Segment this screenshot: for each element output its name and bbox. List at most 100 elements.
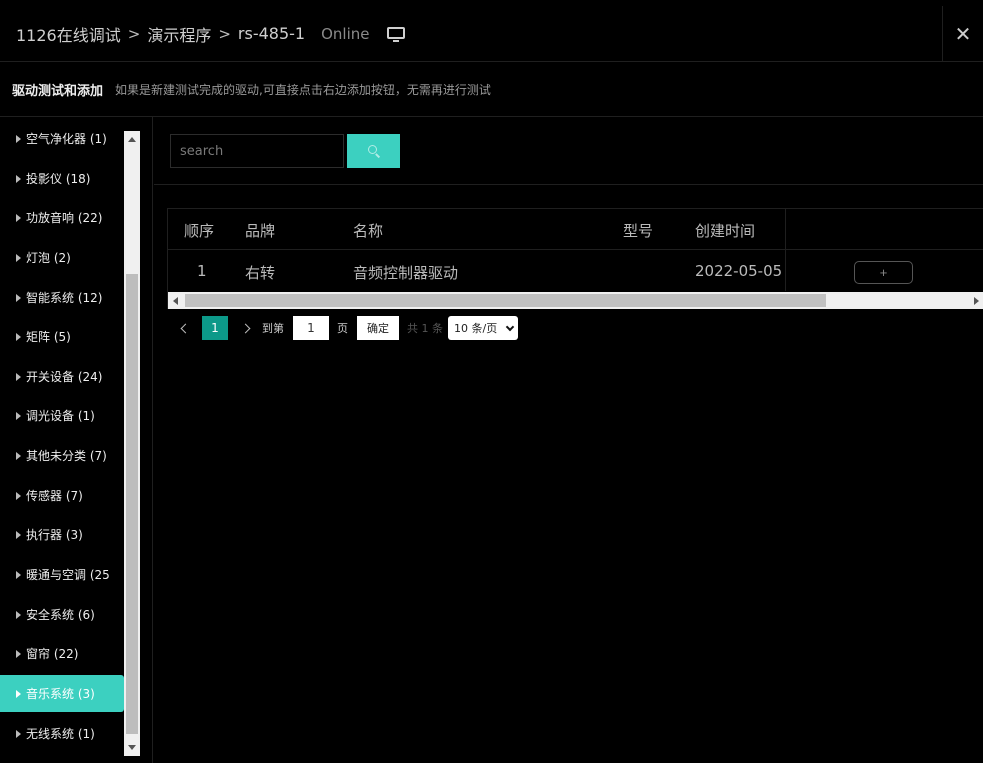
column-header-model: 型号 <box>623 222 654 240</box>
sidebar-item-matrix[interactable]: 矩阵 (5) <box>0 318 124 355</box>
sidebar-item-label: 矩阵 (5) <box>26 330 71 344</box>
total-count: 共 1 条 <box>407 322 443 335</box>
column-divider <box>785 209 786 291</box>
cell-brand: 右转 <box>245 264 276 282</box>
add-driver-button[interactable]: + <box>854 261 913 284</box>
scroll-up-icon[interactable] <box>128 137 136 142</box>
close-button[interactable]: ✕ <box>942 6 983 62</box>
sidebar-item-security[interactable]: 安全系统 (6) <box>0 596 124 633</box>
breadcrumb: 1126在线调试 > 演示程序 > rs-485-1 Online <box>0 22 406 46</box>
scrollbar-thumb[interactable] <box>126 274 138 734</box>
breadcrumb-item-port[interactable]: rs-485-1 <box>238 24 305 43</box>
connection-status: Online <box>321 24 370 43</box>
confirm-goto-button[interactable]: 确定 <box>357 316 399 340</box>
sidebar-item-hvac[interactable]: 暖通与空调 (25 <box>0 556 124 593</box>
sidebar-item-switch[interactable]: 开关设备 (24) <box>0 358 124 395</box>
caret-right-icon <box>16 411 21 420</box>
caret-right-icon <box>16 570 21 579</box>
sidebar-item-air-purifier[interactable]: 空气净化器 (1) <box>0 120 124 157</box>
sidebar-item-projector[interactable]: 投影仪 (18) <box>0 160 124 197</box>
chevron-left-icon <box>180 323 190 333</box>
driver-table: 顺序 品牌 名称 型号 创建时间 1 右转 音频控制器驱动 2022-05-05… <box>167 208 983 309</box>
breadcrumb-item-debug[interactable]: 1126在线调试 <box>16 22 121 46</box>
sidebar-item-wireless[interactable]: 无线系统 (1) <box>0 715 124 752</box>
caret-right-icon <box>16 134 21 143</box>
caret-right-icon <box>16 689 21 698</box>
chevron-right-icon: > <box>127 24 141 43</box>
caret-right-icon <box>16 610 21 619</box>
cell-created: 2022-05-05 <box>695 262 783 280</box>
caret-right-icon <box>16 174 21 183</box>
sidebar-item-label: 执行器 (3) <box>26 528 83 542</box>
chevron-right-icon <box>240 323 250 333</box>
page-size-value: 10 条/页 <box>454 322 498 335</box>
caret-right-icon <box>16 530 21 539</box>
sidebar-item-sensor[interactable]: 传感器 (7) <box>0 477 124 514</box>
column-header-name: 名称 <box>353 222 384 240</box>
sidebar-item-label: 窗帘 (22) <box>26 647 79 661</box>
cell-order: 1 <box>197 262 207 280</box>
chevron-right-icon: > <box>218 24 231 43</box>
page-number-1[interactable]: 1 <box>202 316 228 340</box>
scrollbar-thumb[interactable] <box>185 294 826 307</box>
sidebar-item-actuator[interactable]: 执行器 (3) <box>0 516 124 553</box>
pagination: 1 到第 页 确定 共 1 条 10 条/页 <box>167 316 567 340</box>
sidebar-item-bulb[interactable]: 灯泡 (2) <box>0 239 124 276</box>
goto-page-input[interactable] <box>293 316 329 340</box>
sidebar-item-music[interactable]: 音乐系统 (3) <box>0 675 124 712</box>
search-input[interactable] <box>170 134 344 168</box>
caret-right-icon <box>16 293 21 302</box>
sidebar-item-label: 暖通与空调 (25 <box>26 568 110 582</box>
caret-right-icon <box>16 491 21 500</box>
sidebar-item-label: 其他未分类 (7) <box>26 449 107 463</box>
caret-right-icon <box>16 372 21 381</box>
sidebar-item-label: 灯泡 (2) <box>26 251 71 265</box>
caret-right-icon <box>16 213 21 222</box>
column-header-brand: 品牌 <box>245 222 276 240</box>
sidebar-item-label: 无线系统 (1) <box>26 727 95 741</box>
sidebar-item-label: 空气净化器 (1) <box>26 132 107 146</box>
scroll-right-icon[interactable] <box>974 297 979 305</box>
section-title: 驱动测试和添加 <box>12 83 104 99</box>
goto-label: 到第 <box>262 322 284 335</box>
sidebar-item-smart-system[interactable]: 智能系统 (12) <box>0 279 124 316</box>
monitor-icon[interactable] <box>387 25 406 43</box>
row-divider <box>168 249 983 250</box>
search-button[interactable] <box>347 134 400 168</box>
sidebar-item-dimmer[interactable]: 调光设备 (1) <box>0 397 124 434</box>
sidebar-item-label: 功放音响 (22) <box>26 211 103 225</box>
sidebar-item-amplifier[interactable]: 功放音响 (22) <box>0 199 124 236</box>
section-hint: 如果是新建测试完成的驱动,可直接点击右边添加按钮，无需再进行测试 <box>115 82 491 97</box>
caret-right-icon <box>16 253 21 262</box>
scroll-down-icon[interactable] <box>128 745 136 750</box>
sidebar-item-uncategorized[interactable]: 其他未分类 (7) <box>0 437 124 474</box>
sidebar-item-label: 智能系统 (12) <box>26 291 103 305</box>
sidebar-item-label: 传感器 (7) <box>26 489 83 503</box>
close-icon: ✕ <box>954 22 972 46</box>
caret-right-icon <box>16 451 21 460</box>
subheader: 驱动测试和添加 如果是新建测试完成的驱动,可直接点击右边添加按钮，无需再进行测试 <box>0 62 983 117</box>
table-horizontal-scrollbar[interactable] <box>168 292 983 309</box>
sidebar-scrollbar[interactable] <box>124 131 140 756</box>
page-size-select[interactable]: 10 条/页 <box>448 316 518 340</box>
prev-page-button[interactable] <box>180 316 190 340</box>
column-header-created: 创建时间 <box>695 222 756 240</box>
next-page-button[interactable] <box>240 316 250 340</box>
sidebar-item-label: 音乐系统 (3) <box>26 687 95 701</box>
sidebar-item-label: 调光设备 (1) <box>26 409 95 423</box>
sidebar-item-label: 投影仪 (18) <box>26 172 91 186</box>
chevron-down-icon <box>505 322 515 332</box>
category-sidebar: 空气净化器 (1) 投影仪 (18) 功放音响 (22) 灯泡 (2) 智能系统… <box>0 117 153 763</box>
caret-right-icon <box>16 332 21 341</box>
search-bar <box>154 117 983 185</box>
caret-right-icon <box>16 729 21 738</box>
sidebar-item-curtain[interactable]: 窗帘 (22) <box>0 635 124 672</box>
breadcrumb-item-program[interactable]: 演示程序 <box>147 22 211 46</box>
plus-icon: + <box>879 265 888 280</box>
page-unit-label: 页 <box>337 322 348 335</box>
column-header-order: 顺序 <box>184 222 215 240</box>
sidebar-item-label: 开关设备 (24) <box>26 370 103 384</box>
caret-right-icon <box>16 649 21 658</box>
top-bar: 1126在线调试 > 演示程序 > rs-485-1 Online ✕ <box>0 6 983 62</box>
scroll-left-icon[interactable] <box>173 297 178 305</box>
